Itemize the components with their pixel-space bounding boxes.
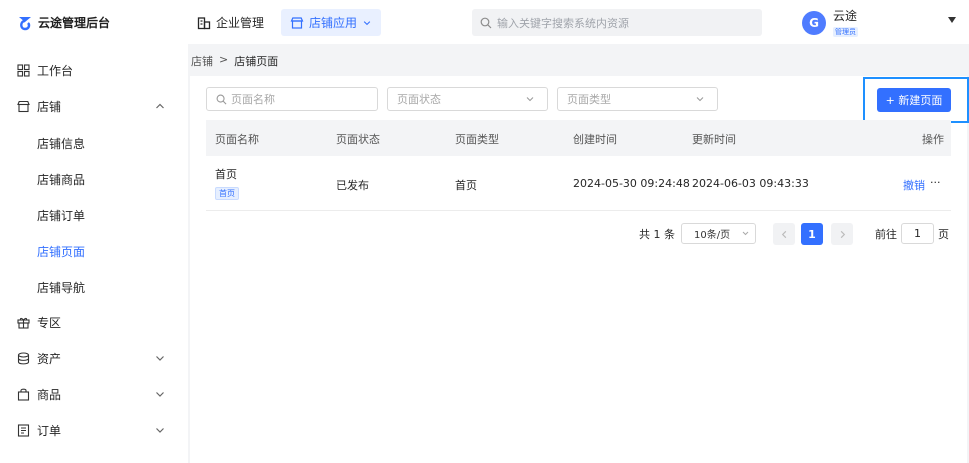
sidebar: 工作台 店铺 店铺信息 店铺商品 店铺订单 店铺页面 店铺导航 专区 资产 商品… bbox=[0, 44, 188, 463]
cell-status: 已发布 bbox=[336, 179, 369, 192]
page-name-search-input[interactable]: 页面名称 bbox=[206, 87, 378, 111]
sidebar-subitem-store-orders[interactable]: 店铺订单 bbox=[37, 207, 85, 224]
chevron-down-icon bbox=[156, 428, 164, 433]
building-icon bbox=[197, 16, 211, 29]
chevron-left-icon bbox=[781, 230, 786, 238]
breadcrumb-separator: > bbox=[219, 53, 229, 66]
breadcrumb-parent[interactable]: 店铺 bbox=[191, 53, 213, 69]
table-header: 页面名称 页面状态 页面类型 创建时间 更新时间 操作 bbox=[206, 120, 951, 156]
column-header-type: 页面类型 bbox=[455, 133, 499, 146]
sidebar-subitem-store-info[interactable]: 店铺信息 bbox=[37, 135, 85, 152]
goto-label: 前往 bbox=[875, 228, 897, 241]
user-name: 云途 bbox=[833, 9, 858, 23]
revoke-action-link[interactable]: 撤销 bbox=[903, 177, 925, 193]
topnav-store-apps-label: 店铺应用 bbox=[309, 16, 358, 30]
search-icon bbox=[216, 94, 227, 104]
topnav-enterprise[interactable]: 企业管理 bbox=[188, 9, 273, 36]
sidebar-subitem-store-products[interactable]: 店铺商品 bbox=[37, 171, 85, 188]
search-placeholder: 输入关键字搜索系统内资源 bbox=[497, 16, 629, 30]
chevron-down-icon bbox=[156, 392, 164, 397]
new-page-button-highlight: + 新建页面 bbox=[863, 77, 969, 123]
page-type-select[interactable]: 页面类型 bbox=[557, 87, 718, 111]
column-header-updated: 更新时间 bbox=[692, 133, 736, 146]
app-title: 云途管理后台 bbox=[38, 15, 111, 30]
sidebar-item-label: 工作台 bbox=[37, 63, 74, 78]
page-1-button[interactable]: 1 bbox=[801, 223, 823, 245]
page-status-placeholder: 页面状态 bbox=[397, 93, 441, 106]
cell-page-name: 首页 bbox=[215, 168, 237, 181]
topnav-store-apps[interactable]: 店铺应用 bbox=[281, 9, 382, 36]
breadcrumb: 店铺 > 店铺页面 bbox=[191, 53, 278, 69]
user-profile[interactable]: G 云途 管理员 bbox=[802, 9, 858, 37]
next-page-button[interactable] bbox=[831, 223, 853, 245]
column-header-name: 页面名称 bbox=[215, 133, 259, 146]
page-status-select[interactable]: 页面状态 bbox=[387, 87, 548, 111]
gift-icon bbox=[17, 317, 30, 329]
grid-icon bbox=[17, 63, 30, 77]
breadcrumb-current: 店铺页面 bbox=[234, 55, 279, 68]
chevron-right-icon bbox=[840, 230, 845, 238]
search-icon bbox=[480, 17, 492, 28]
column-header-actions: 操作 bbox=[922, 133, 944, 146]
chevron-down-icon bbox=[363, 20, 371, 25]
column-header-status: 页面状态 bbox=[336, 133, 380, 146]
chevron-down-icon bbox=[742, 231, 749, 236]
topnav-enterprise-label: 企业管理 bbox=[216, 16, 265, 30]
sidebar-subitem-store-pages[interactable]: 店铺页面 bbox=[37, 243, 85, 260]
page-size-value: 10条/页 bbox=[694, 230, 731, 241]
sidebar-item-label: 订单 bbox=[37, 423, 62, 438]
page-list-card: 页面名称 页面状态 页面类型 + 新建页面 页面名称 页面状态 页面类型 创建时… bbox=[190, 76, 969, 463]
global-search-input[interactable]: 输入关键字搜索系统内资源 bbox=[472, 9, 762, 36]
sidebar-item-label: 资产 bbox=[37, 351, 62, 366]
homepage-tag: 首页 bbox=[215, 187, 239, 200]
more-actions-icon[interactable]: ··· bbox=[930, 176, 941, 189]
cell-updated-time: 2024-06-03 09:43:33 bbox=[692, 177, 809, 190]
sidebar-subitem-store-nav[interactable]: 店铺导航 bbox=[37, 279, 85, 296]
store-icon bbox=[17, 100, 30, 112]
chevron-down-icon bbox=[696, 97, 704, 102]
top-header: 云途管理后台 企业管理 店铺应用 输入关键字搜索系统内资源 G 云途 管理员 bbox=[0, 0, 969, 44]
column-header-created: 创建时间 bbox=[573, 133, 617, 146]
chevron-down-icon bbox=[156, 356, 164, 361]
sidebar-item-label: 专区 bbox=[37, 315, 62, 330]
sidebar-item-store[interactable]: 店铺 bbox=[0, 88, 188, 124]
avatar: G bbox=[802, 11, 826, 35]
page-name-placeholder: 页面名称 bbox=[231, 93, 275, 106]
table-row: 首页 首页 已发布 首页 2024-05-30 09:24:48 2024-06… bbox=[206, 156, 951, 211]
chevron-up-icon bbox=[156, 103, 164, 109]
sidebar-item-products[interactable]: 商品 bbox=[0, 376, 188, 412]
page-type-placeholder: 页面类型 bbox=[567, 93, 611, 106]
user-menu-caret-icon[interactable] bbox=[948, 17, 956, 23]
cloud-logo-icon bbox=[19, 17, 31, 31]
sidebar-item-zone[interactable]: 专区 bbox=[0, 304, 188, 340]
store-icon bbox=[290, 16, 304, 29]
goto-page-input[interactable]: 1 bbox=[901, 223, 934, 244]
cell-created-time: 2024-05-30 09:24:48 bbox=[573, 177, 690, 190]
top-navigation: 企业管理 店铺应用 bbox=[188, 9, 382, 36]
sidebar-item-workbench[interactable]: 工作台 bbox=[0, 52, 188, 88]
page-size-select[interactable]: 10条/页 bbox=[681, 223, 756, 244]
sidebar-item-label: 商品 bbox=[37, 387, 62, 402]
total-count: 共 1 条 bbox=[639, 228, 675, 241]
app-logo[interactable]: 云途管理后台 bbox=[16, 13, 110, 31]
new-page-button[interactable]: + 新建页面 bbox=[877, 88, 951, 112]
main-content: 店铺 > 店铺页面 页面名称 页面状态 页面类型 + 新建页面 页面名称 页面状… bbox=[188, 44, 969, 463]
sidebar-item-assets[interactable]: 资产 bbox=[0, 340, 188, 376]
page-unit-label: 页 bbox=[938, 228, 949, 241]
user-role-badge: 管理员 bbox=[833, 27, 858, 37]
chevron-down-icon bbox=[526, 97, 534, 102]
shopping-bag-icon bbox=[17, 388, 30, 401]
order-list-icon bbox=[17, 423, 30, 437]
cell-type: 首页 bbox=[455, 179, 477, 192]
sidebar-item-orders[interactable]: 订单 bbox=[0, 412, 188, 448]
prev-page-button[interactable] bbox=[773, 223, 795, 245]
sidebar-item-label: 店铺 bbox=[37, 99, 62, 114]
database-icon bbox=[17, 351, 30, 364]
